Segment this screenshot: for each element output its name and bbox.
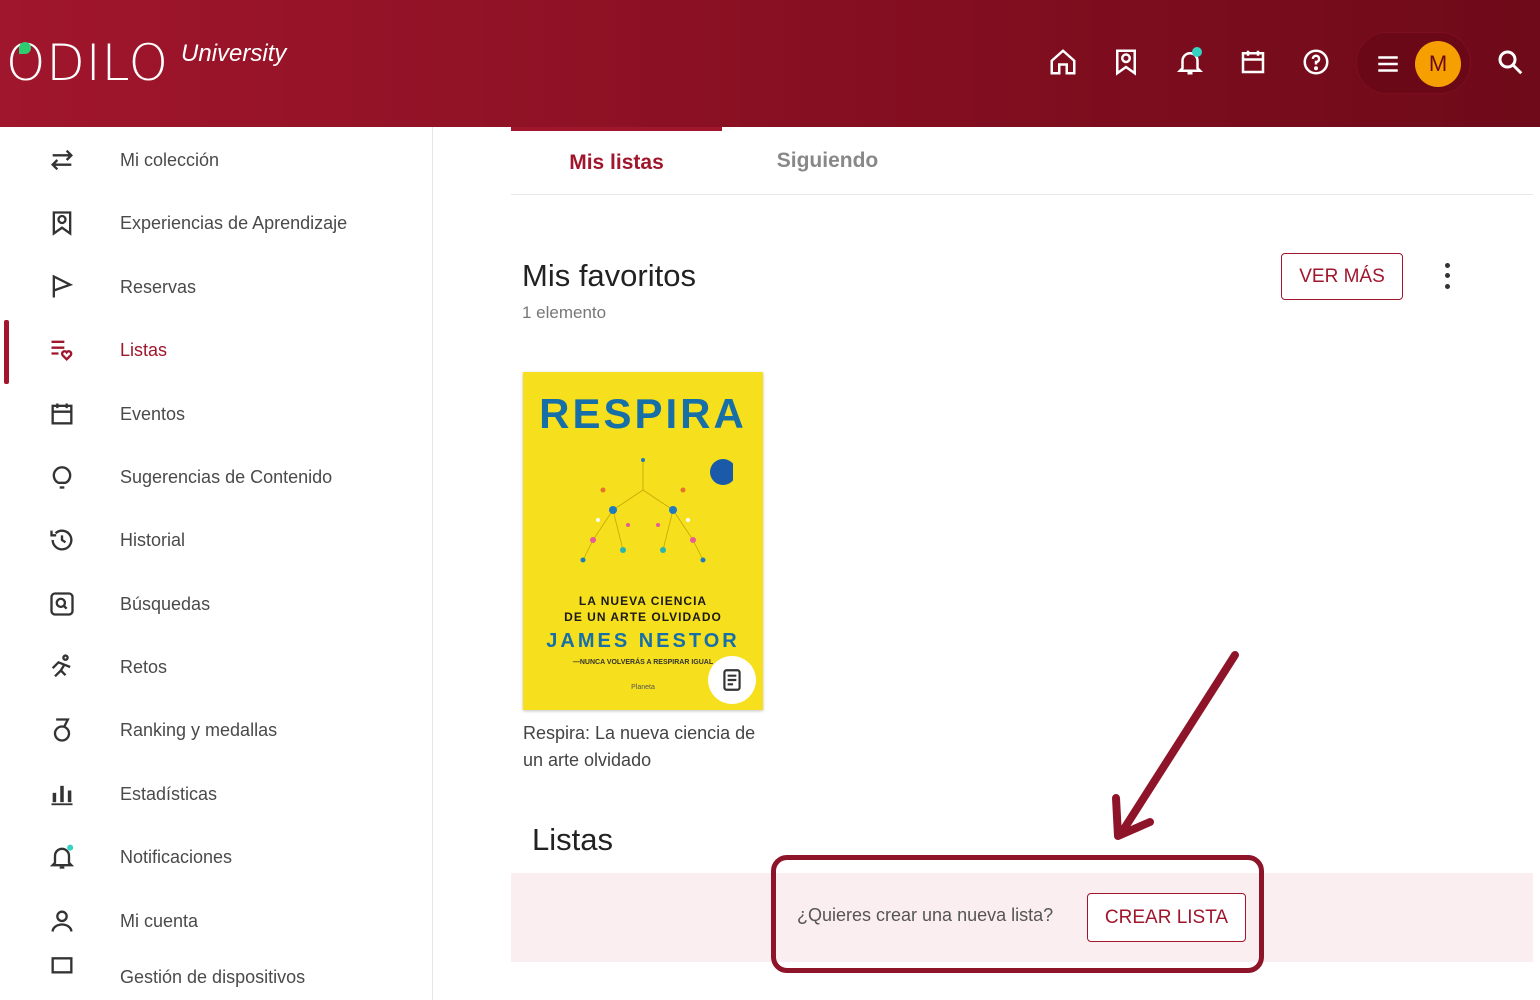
bell-icon[interactable] — [1172, 44, 1208, 80]
tab-siguiendo[interactable]: Siguiendo — [722, 127, 933, 195]
swap-arrows-icon — [46, 144, 78, 176]
calendar-icon — [46, 398, 78, 430]
sidebar-item-mi-cuenta[interactable]: Mi cuenta — [0, 891, 432, 951]
sidebar-item-label: Búsquedas — [120, 593, 211, 614]
menu-icon — [1378, 56, 1398, 72]
annotation-arrow-icon — [1112, 651, 1239, 840]
sidebar-item-label: Reservas — [120, 276, 197, 297]
history-icon — [46, 524, 78, 556]
user-icon — [46, 905, 78, 937]
book-title-caption[interactable]: Respira: La nueva ciencia de un arte olv… — [523, 720, 763, 774]
sidebar-item-reservas[interactable]: Reservas — [0, 257, 432, 317]
sidebar-item-eventos[interactable]: Eventos — [0, 384, 432, 444]
more-options-icon[interactable] — [1433, 260, 1461, 292]
book-cover-title: RESPIRA — [539, 390, 747, 437]
sidebar-item-busquedas[interactable]: Búsquedas — [0, 574, 432, 634]
calendar-icon[interactable] — [1235, 44, 1271, 80]
sidebar-item-listas[interactable]: Listas — [0, 320, 432, 380]
favorites-count: 1 elemento — [522, 303, 607, 322]
tab-mis-listas[interactable]: Mis listas — [511, 127, 722, 195]
lungs-illustration — [580, 458, 733, 563]
list-heart-icon — [46, 334, 78, 366]
sidebar-item-label: Eventos — [120, 403, 186, 424]
sidebar-item-dispositivos[interactable]: Gestión de dispositivos — [0, 954, 432, 1000]
book-cover-subtitle-2: DE UN ARTE OLVIDADO — [564, 610, 722, 624]
sidebar-item-label: Notificaciones — [120, 846, 233, 867]
lists-title: Listas — [532, 822, 613, 857]
sidebar: Mi colección Experiencias de Aprendizaje… — [0, 127, 433, 1000]
sidebar-item-label: Mi colección — [120, 149, 220, 170]
runner-icon — [46, 651, 78, 683]
bookmark-ribbon-icon — [46, 207, 78, 239]
ebook-format-icon — [708, 656, 756, 704]
sidebar-item-label: Gestión de dispositivos — [120, 966, 306, 987]
bell-icon — [46, 841, 78, 873]
user-menu-button[interactable]: M — [1356, 32, 1471, 94]
sidebar-item-estadisticas[interactable]: Estadísticas — [0, 764, 432, 824]
avatar: M — [1415, 41, 1461, 87]
highlight-box — [771, 855, 1264, 973]
logo-subtitle: University — [181, 40, 287, 67]
ver-mas-button[interactable]: VER MÁS — [1281, 253, 1403, 300]
sidebar-item-label: Ranking y medallas — [120, 719, 278, 740]
sidebar-item-label: Experiencias de Aprendizaje — [120, 212, 348, 233]
sidebar-item-label: Retos — [120, 656, 168, 677]
sidebar-item-notificaciones[interactable]: Notificaciones — [0, 827, 432, 887]
sidebar-item-historial[interactable]: Historial — [0, 510, 432, 570]
book-cover-subtitle-1: LA NUEVA CIENCIA — [578, 594, 708, 608]
list-tabs: Mis listas Siguiendo — [511, 127, 1533, 195]
flag-icon — [46, 271, 78, 303]
search-box-icon — [46, 588, 78, 620]
notification-dot — [1192, 47, 1202, 57]
top-header: ODILO University M — [0, 0, 1540, 127]
home-icon[interactable] — [1045, 44, 1081, 80]
medal-icon — [46, 714, 78, 746]
sidebar-item-sugerencias[interactable]: Sugerencias de Contenido — [0, 447, 432, 507]
bar-chart-icon — [46, 778, 78, 810]
sidebar-item-retos[interactable]: Retos — [0, 637, 432, 697]
sidebar-item-label: Listas — [120, 339, 168, 360]
sidebar-item-label: Historial — [120, 529, 186, 550]
sidebar-item-label: Sugerencias de Contenido — [120, 466, 333, 487]
sidebar-item-mi-coleccion[interactable]: Mi colección — [0, 130, 432, 190]
search-icon[interactable] — [1492, 44, 1528, 80]
sidebar-item-ranking[interactable]: Ranking y medallas — [0, 700, 432, 760]
book-cover-author: JAMES NESTOR — [546, 630, 740, 652]
book-cover[interactable]: RESPIRA LA NUEVA CIENCIA DE UN ARTE OLVI… — [523, 372, 763, 710]
odilo-logo[interactable]: ODILO University — [6, 38, 286, 88]
sidebar-item-label: Estadísticas — [120, 783, 218, 804]
sidebar-item-experiencias[interactable]: Experiencias de Aprendizaje — [0, 193, 432, 253]
help-icon[interactable] — [1298, 44, 1334, 80]
favorites-title: Mis favoritos — [522, 258, 696, 293]
sidebar-item-label: Mi cuenta — [120, 910, 199, 931]
logo-bookmark-icon — [19, 42, 31, 54]
lightbulb-icon — [46, 461, 78, 493]
bookmark-ribbon-icon[interactable] — [1108, 44, 1144, 80]
device-icon — [46, 954, 78, 986]
